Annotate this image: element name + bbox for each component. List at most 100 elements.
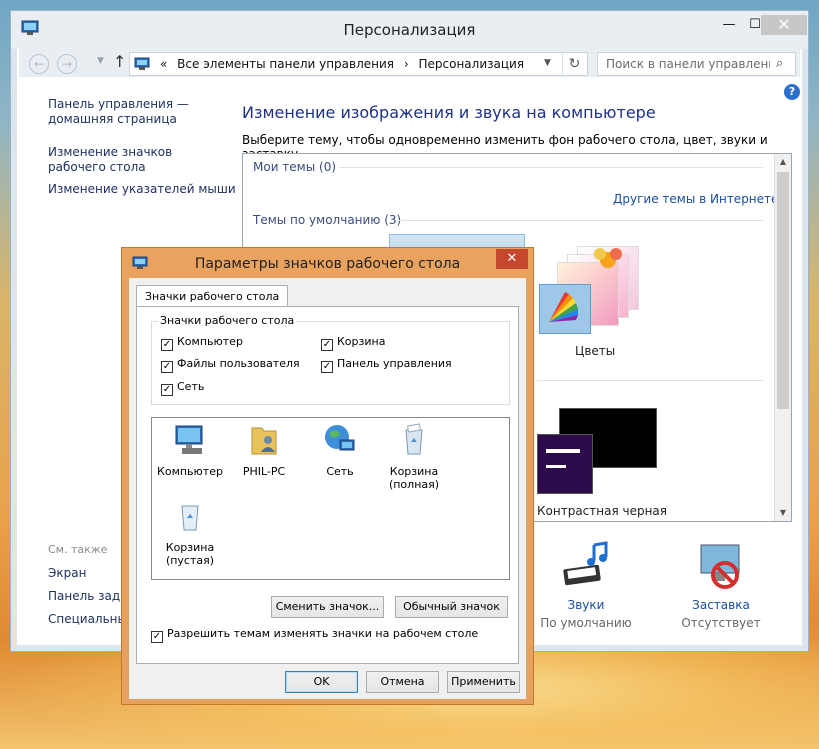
flower-icon xyxy=(594,248,622,268)
checkbox-label: Файлы пользователя xyxy=(177,357,300,370)
checkbox-label: Компьютер xyxy=(177,335,243,348)
icon-item-network[interactable]: Сеть xyxy=(302,422,378,478)
ok-button[interactable]: OK xyxy=(285,671,358,693)
sounds-item[interactable]: Звуки По умолчанию xyxy=(531,541,641,630)
icon-item-user-files[interactable]: PHIL-PC xyxy=(226,422,302,478)
icon-item-recycle-bin-empty[interactable]: Корзина (пустая) xyxy=(152,498,228,567)
divider xyxy=(399,220,763,221)
scroll-up-arrow-icon[interactable]: ▲ xyxy=(775,154,791,170)
theme-thumbnail-flowers[interactable] xyxy=(539,240,659,340)
dialog-body: Значки рабочего стола Значки рабочего ст… xyxy=(129,278,526,699)
scroll-thumb[interactable] xyxy=(777,172,789,409)
sidebar-link-mouse-pointers[interactable]: Изменение указателей мыши xyxy=(48,182,236,197)
checkbox-allow-themes[interactable]: ✓ Разрешить темам изменять значки на рабо… xyxy=(151,627,478,643)
address-bar[interactable]: « Все элементы панели управления › Персо… xyxy=(129,52,588,76)
recent-pages-dropdown-icon[interactable]: ▼ xyxy=(97,56,104,66)
help-icon[interactable]: ? xyxy=(784,84,800,100)
scroll-down-arrow-icon[interactable]: ▼ xyxy=(775,505,791,521)
icon-item-computer[interactable]: Компьютер xyxy=(152,422,228,478)
breadcrumb-prefix[interactable]: « xyxy=(160,57,167,71)
theme-label-contrast-black: Контрастная черная xyxy=(537,504,667,518)
dialog-close-button[interactable]: ✕ xyxy=(496,249,528,269)
sounds-icon xyxy=(563,541,608,586)
computer-icon xyxy=(175,425,203,454)
window-titlebar[interactable]: Персонализация — ☐ ✕ xyxy=(11,11,808,49)
sounds-value: По умолчанию xyxy=(540,616,632,630)
checkbox-network[interactable]: ✓ Сеть xyxy=(161,380,204,396)
forward-arrow-icon[interactable]: → xyxy=(57,54,77,74)
dialog-title: Параметры значков рабочего стола xyxy=(194,256,461,272)
page-title: Изменение изображения и звука на компьют… xyxy=(242,103,656,122)
search-box: ⌕ xyxy=(597,52,796,76)
search-input[interactable] xyxy=(598,53,770,75)
icon-label: Корзина (пустая) xyxy=(165,541,215,567)
checkbox-checked-icon[interactable]: ✓ xyxy=(161,339,173,351)
group-title: Значки рабочего стола xyxy=(158,314,297,327)
breadcrumb-personalization[interactable]: Персонализация xyxy=(418,57,524,71)
screensaver-icon xyxy=(700,544,740,589)
screensaver-value: Отсутствует xyxy=(681,616,761,630)
screensaver-title[interactable]: Заставка xyxy=(666,598,776,612)
sidebar-link-desktop-icons[interactable]: Изменение значков рабочего стола xyxy=(48,145,223,175)
icon-label: Сеть xyxy=(326,465,354,478)
recycle-bin-full-icon xyxy=(405,423,423,455)
checkbox-computer[interactable]: ✓ Компьютер xyxy=(161,335,243,351)
checkbox-label: Корзина xyxy=(337,335,386,348)
online-themes-link[interactable]: Другие темы в Интернете xyxy=(613,192,778,206)
breadcrumb-all-items[interactable]: Все элементы панели управления xyxy=(177,57,394,71)
network-globe-icon xyxy=(325,425,355,451)
sounds-title[interactable]: Звуки xyxy=(531,598,641,612)
sidebar-link-home[interactable]: Панель управления — домашняя страница xyxy=(48,97,198,127)
recycle-bin-empty-icon xyxy=(181,505,199,531)
theme-thumbnail-contrast[interactable] xyxy=(537,434,593,494)
icon-label: Корзина (полная) xyxy=(388,465,440,491)
icon-label: PHIL-PC xyxy=(242,465,286,478)
desktop-icons-group: Значки рабочего стола ✓ Компьютер ✓ Корзин… xyxy=(151,314,510,405)
divider xyxy=(537,380,763,381)
theme-label-flowers: Цветы xyxy=(575,344,616,358)
user-folder-icon xyxy=(251,427,277,455)
change-icon-button[interactable]: Сменить значок... xyxy=(271,596,384,618)
checkbox-checked-icon[interactable]: ✓ xyxy=(161,384,173,396)
divider xyxy=(339,167,763,168)
icon-list[interactable]: Компьютер PHIL-PC Сеть Корзина (полная) … xyxy=(151,417,510,580)
window-title: Персонализация xyxy=(343,21,476,39)
search-icon[interactable]: ⌕ xyxy=(776,56,783,71)
checkbox-label: Панель управления xyxy=(337,357,452,370)
back-arrow-icon[interactable]: ← xyxy=(29,54,49,74)
dialog-titlebar[interactable]: Параметры значков рабочего стола ✕ xyxy=(122,248,533,278)
checkbox-checked-icon[interactable]: ✓ xyxy=(151,631,163,643)
checkbox-user-files[interactable]: ✓ Файлы пользователя xyxy=(161,357,300,373)
scrollbar[interactable]: ▲ ▼ xyxy=(774,154,791,521)
see-also-display[interactable]: Экран xyxy=(48,566,86,581)
breadcrumb-separator[interactable]: › xyxy=(404,57,409,71)
screensaver-item[interactable]: Заставка Отсутствует xyxy=(666,541,776,630)
checkbox-checked-icon[interactable]: ✓ xyxy=(321,339,333,351)
apply-button[interactable]: Применить xyxy=(447,671,520,693)
control-panel-icon xyxy=(134,57,150,70)
address-dropdown-icon[interactable]: ▼ xyxy=(544,58,551,68)
see-also-heading: См. также xyxy=(48,543,108,556)
tab-desktop-icons[interactable]: Значки рабочего стола xyxy=(136,285,289,307)
breadcrumb: « Все элементы панели управления › Персо… xyxy=(160,57,524,71)
checkbox-checked-icon[interactable]: ✓ xyxy=(161,361,173,373)
checkbox-label: Разрешить темам изменять значки на рабоч… xyxy=(167,627,479,640)
checkbox-control-panel[interactable]: ✓ Панель управления xyxy=(321,357,452,373)
desktop-icon-settings-dialog: Параметры значков рабочего стола ✕ Значк… xyxy=(121,247,534,705)
icon-item-recycle-bin-full[interactable]: Корзина (полная) xyxy=(376,422,452,491)
cancel-button[interactable]: Отмена xyxy=(366,671,439,693)
minimize-button[interactable]: — xyxy=(716,15,742,35)
navigation-bar: ← → ▼ ↑ « Все элементы панели управления… xyxy=(19,49,800,77)
checkbox-recycle-bin[interactable]: ✓ Корзина xyxy=(321,335,385,351)
my-themes-header[interactable]: Мои темы (0) xyxy=(253,160,336,174)
default-icon-button[interactable]: Обычный значок xyxy=(395,596,508,618)
up-arrow-icon[interactable]: ↑ xyxy=(113,52,126,71)
default-themes-header[interactable]: Темы по умолчанию (3) xyxy=(253,213,401,227)
checkbox-label: Сеть xyxy=(177,380,205,393)
checkbox-checked-icon[interactable]: ✓ xyxy=(321,361,333,373)
color-palette-icon xyxy=(549,292,578,322)
refresh-icon[interactable]: ↻ xyxy=(562,54,586,74)
close-button[interactable]: ✕ xyxy=(761,15,807,35)
tab-page: Значки рабочего стола ✓ Компьютер ✓ Корзин… xyxy=(136,306,519,664)
icon-label: Компьютер xyxy=(157,465,223,478)
